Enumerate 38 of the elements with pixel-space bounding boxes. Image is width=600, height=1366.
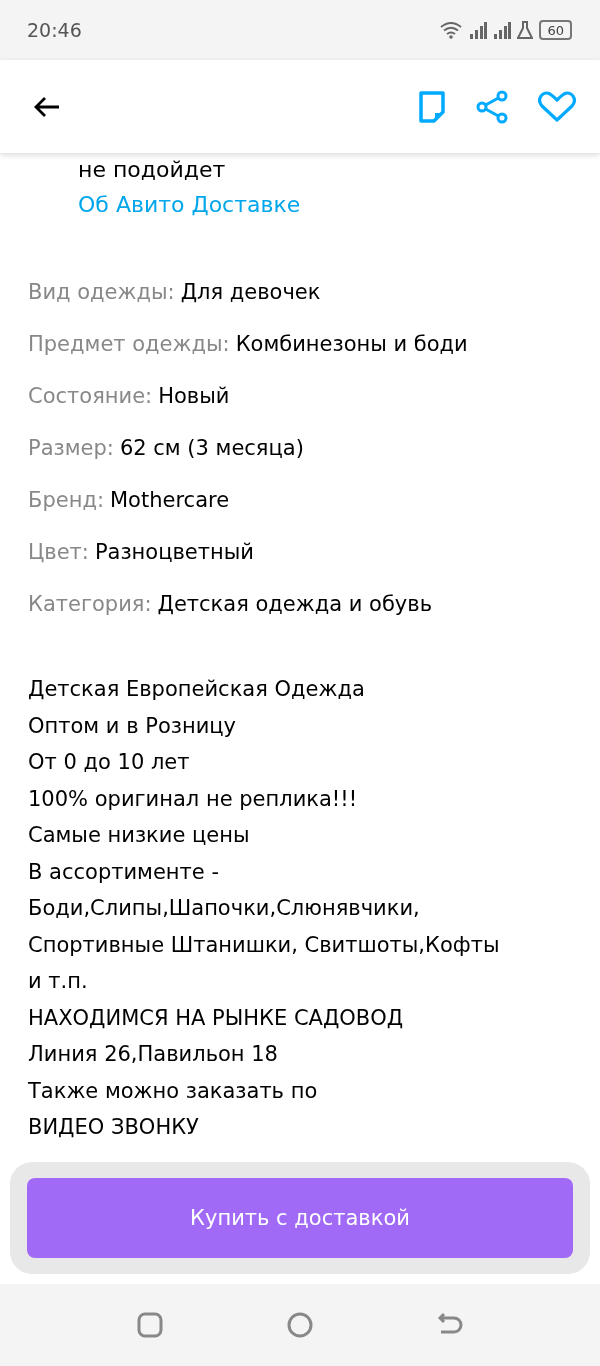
description-line: и т.п. xyxy=(28,968,89,995)
home-icon[interactable] xyxy=(287,1312,313,1338)
delivery-note: не подойдет xyxy=(78,157,226,182)
description-line: Также можно заказать по xyxy=(28,1077,319,1105)
description-line: Боди,Слипы,Шапочки,Слюнявчики, xyxy=(28,895,421,922)
recents-icon[interactable] xyxy=(137,1312,163,1338)
battery-level: 60 xyxy=(547,22,564,38)
description-line: В ассортименте - xyxy=(28,858,220,886)
attribute-value: Новый xyxy=(158,383,230,410)
attribute-label: Размер: xyxy=(28,435,114,462)
buy-button[interactable]: Купить с доставкой xyxy=(27,1178,573,1258)
description-line: Оптом и в Розницу xyxy=(28,712,237,740)
attribute-label: Бренд: xyxy=(28,487,104,514)
wifi-icon xyxy=(439,21,464,39)
attribute-label: Категория: xyxy=(28,591,152,618)
delivery-link[interactable]: Об Авито Доставке xyxy=(78,192,301,217)
description-line: Самые низкие цены xyxy=(28,822,251,849)
description-line: Линия 26,Павильон 18 xyxy=(28,1041,279,1068)
description-line: ВИДЕО ЗВОНКУ xyxy=(28,1114,200,1141)
signal-icon xyxy=(469,21,488,39)
description-line: Детская Европейская Одежда xyxy=(28,676,366,703)
attribute-value: 62 см (3 месяца) xyxy=(119,435,304,462)
attribute-value: Комбинезоны и боди xyxy=(235,331,468,358)
attribute-value: Разноцветный xyxy=(94,539,254,566)
attribute-label: Цвет: xyxy=(28,539,89,566)
description-line: 100% оригинал не реплика!!! xyxy=(28,785,359,813)
description-line: От 0 до 10 лет xyxy=(28,749,191,776)
signal-icon xyxy=(493,21,512,39)
description-line: НАХОДИМСЯ НА РЫНКЕ САДОВОД xyxy=(28,1004,405,1032)
attribute-value: Детская одежда и обувь xyxy=(157,591,433,618)
flask-icon xyxy=(517,21,534,39)
attribute-value: Mothercare xyxy=(110,487,230,514)
status-time: 20:46 xyxy=(27,19,82,41)
attribute-label: Предмет одежды: xyxy=(28,331,230,358)
description-line: Спортивные Штанишки, Свитшоты,Кофты xyxy=(28,931,501,959)
attribute-label: Вид одежды: xyxy=(28,279,175,306)
attribute-label: Состояние: xyxy=(28,383,153,410)
attribute-value: Для девочек xyxy=(180,279,321,306)
